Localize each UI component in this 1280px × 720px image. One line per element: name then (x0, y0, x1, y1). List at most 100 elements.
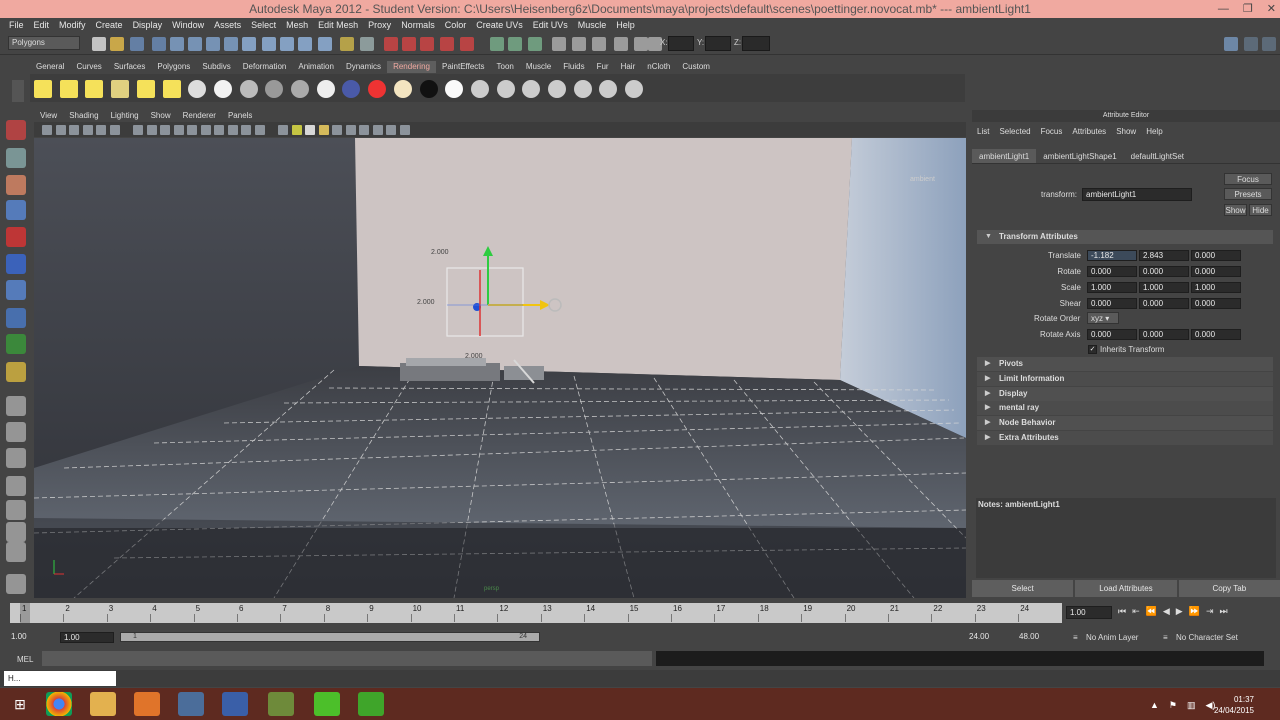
last-tool-icon[interactable] (6, 362, 26, 382)
tray-network-icon[interactable]: ▥ (1187, 700, 1196, 711)
shelf-tab-rendering[interactable]: Rendering (387, 61, 436, 73)
translate-x-field[interactable]: -1.182 (1087, 250, 1137, 261)
current-time-marker[interactable] (20, 603, 30, 623)
app3-icon[interactable] (314, 692, 340, 716)
status-tool-27-icon[interactable] (614, 37, 628, 51)
character-set-icon[interactable]: ≡ (1163, 633, 1168, 642)
status-tool-17-icon[interactable] (402, 37, 416, 51)
menu-file[interactable]: File (4, 18, 29, 33)
scale-y-field[interactable]: 1.000 (1139, 282, 1189, 293)
lasso-tool-icon[interactable] (6, 148, 26, 168)
minimized-window[interactable]: H... (4, 671, 116, 686)
scale-z-field[interactable]: 1.000 (1191, 282, 1241, 293)
status-tool-13-icon[interactable] (318, 37, 332, 51)
viewport-tool-15-icon[interactable] (241, 125, 251, 135)
app4-icon[interactable] (358, 692, 384, 716)
start-icon[interactable]: ⊞ (4, 692, 36, 716)
rotate-z-field[interactable]: 0.000 (1191, 266, 1241, 277)
viewport-tool-23-icon[interactable] (359, 125, 369, 135)
viewport-tool-7-icon[interactable] (133, 125, 143, 135)
scale-tool-icon[interactable] (6, 254, 26, 274)
area-light-icon[interactable] (85, 80, 104, 98)
copy-tab-button[interactable]: Copy Tab (1178, 580, 1280, 597)
menu-edit-mesh[interactable]: Edit Mesh (313, 18, 363, 33)
attribute-editor-toggle-icon[interactable] (1224, 37, 1238, 51)
status-tool-25-icon[interactable] (572, 37, 586, 51)
layout-four-icon[interactable] (6, 422, 26, 442)
shelf-tab-fluids[interactable]: Fluids (557, 61, 590, 73)
play-forwards-icon[interactable]: ▶ (1176, 606, 1183, 617)
viewport-tool-8-icon[interactable] (146, 125, 157, 135)
presets-button[interactable]: Presets (1224, 188, 1272, 200)
black-shader-icon[interactable] (419, 80, 438, 98)
translate-y-field[interactable]: 2.843 (1139, 250, 1189, 261)
scale-x-field[interactable]: 1.000 (1087, 282, 1137, 293)
shelf-tab-ncloth[interactable]: nCloth (641, 61, 676, 73)
shelf-tab-deformation[interactable]: Deformation (237, 61, 293, 73)
command-input[interactable] (42, 651, 652, 666)
shelf-tab-muscle[interactable]: Muscle (520, 61, 557, 73)
menu-edit-uvs[interactable]: Edit UVs (528, 18, 573, 33)
chrome-icon[interactable] (46, 692, 72, 716)
section-limit-information[interactable]: ▶ Limit Information (977, 371, 1273, 386)
menu-color[interactable]: Color (440, 18, 472, 33)
move-tool-icon[interactable] (6, 200, 26, 220)
current-time-field[interactable]: 1.00 (1066, 606, 1112, 619)
volume-light-icon[interactable] (136, 80, 155, 98)
paint-select-tool-icon[interactable] (6, 175, 26, 195)
select-tool-icon[interactable] (6, 120, 26, 140)
shelf-menu-icon[interactable] (12, 80, 24, 102)
viewport-tool-24-icon[interactable] (372, 125, 383, 135)
app-icon[interactable] (222, 692, 248, 716)
status-tool-14-icon[interactable] (340, 37, 354, 51)
viewport-tool-12-icon[interactable] (200, 125, 211, 135)
viewport-menu-renderer[interactable]: Renderer (177, 110, 222, 122)
point-light-icon[interactable] (34, 80, 52, 98)
media-player-icon[interactable] (134, 692, 160, 716)
render-view-icon[interactable] (470, 80, 489, 98)
layout-persp-outliner-icon[interactable] (6, 476, 26, 496)
status-tool-5-icon[interactable] (170, 37, 184, 51)
layered-shader-icon[interactable] (368, 80, 387, 98)
viewport-tool-19-icon[interactable] (305, 125, 315, 135)
tray-up-icon[interactable]: ▲ (1150, 700, 1159, 711)
shelf-tab-custom[interactable]: Custom (676, 61, 716, 73)
shelf-tab-subdivs[interactable]: Subdivs (196, 61, 236, 73)
transform-attributes-section[interactable]: ▼ Transform Attributes (977, 230, 1273, 244)
viewport-tool-21-icon[interactable] (332, 125, 342, 135)
status-tool-26-icon[interactable] (592, 37, 606, 51)
z-field[interactable] (742, 36, 770, 51)
status-tool-12-icon[interactable] (298, 37, 312, 51)
app2-icon[interactable] (268, 692, 294, 716)
rotate-axis-z[interactable]: 0.000 (1191, 329, 1241, 340)
menu-set-select[interactable]: Polygons (8, 36, 80, 50)
viewport-tool-13-icon[interactable] (214, 125, 224, 135)
rotate-tool-icon[interactable] (6, 227, 26, 247)
maximize-icon[interactable]: ❐ (1243, 0, 1253, 18)
ae-tab-ambientlight1[interactable]: ambientLight1 (972, 149, 1037, 163)
focus-button[interactable]: Focus (1224, 173, 1272, 185)
menu-muscle[interactable]: Muscle (573, 18, 612, 33)
status-tool-18-icon[interactable] (420, 37, 434, 51)
status-tool-21-icon[interactable] (490, 37, 504, 51)
shelf-tab-fur[interactable]: Fur (591, 61, 615, 73)
ae-menu-selected[interactable]: Selected (994, 126, 1035, 138)
rotate-axis-y[interactable]: 0.000 (1139, 329, 1189, 340)
ae-menu-help[interactable]: Help (1141, 126, 1167, 138)
ambient-light-icon[interactable] (162, 80, 181, 98)
section-display[interactable]: ▶ Display (977, 386, 1273, 401)
layout-single-icon[interactable] (6, 396, 26, 416)
menu-select[interactable]: Select (246, 18, 281, 33)
viewport-tool-17-icon[interactable] (278, 125, 288, 135)
surface-shader-icon[interactable] (316, 80, 335, 98)
viewport-tool-4-icon[interactable] (82, 125, 93, 135)
rotate-x-field[interactable]: 0.000 (1087, 266, 1137, 277)
viewport-tool-26-icon[interactable] (399, 125, 410, 135)
viewport-tool-9-icon[interactable] (160, 125, 170, 135)
menu-proxy[interactable]: Proxy (363, 18, 396, 33)
menu-help[interactable]: Help (611, 18, 640, 33)
menu-assets[interactable]: Assets (209, 18, 246, 33)
viewport-tool-5-icon[interactable] (96, 125, 106, 135)
minimize-icon[interactable]: — (1218, 0, 1229, 18)
select-button[interactable]: Select (972, 580, 1074, 597)
